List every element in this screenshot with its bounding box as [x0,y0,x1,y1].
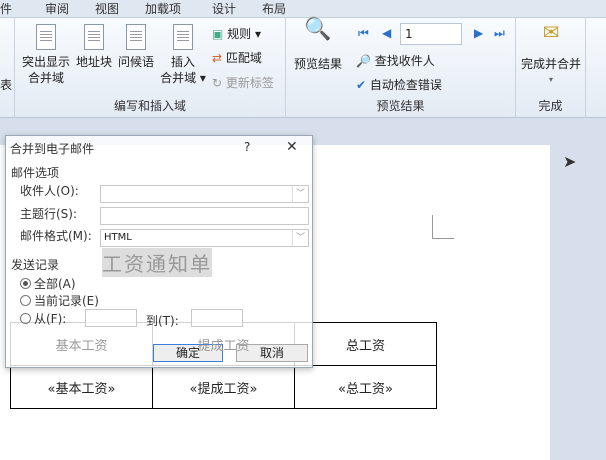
label: 突出显示 [21,55,70,69]
label: 自动检查错误 [369,78,442,92]
tab-file[interactable]: 件 [0,0,12,17]
label: 完成并合并 [520,57,581,71]
last-record-icon[interactable]: ⏭ [494,26,505,41]
find-icon: 🔎 [356,54,371,68]
radio-icon [20,278,31,289]
tab-layout[interactable]: 布局 [262,0,286,17]
merge-field[interactable]: «基本工资» [10,365,153,409]
match-icon: ⇄ [212,51,223,65]
rules-icon: ▣ [212,27,224,41]
from-input[interactable] [85,309,137,327]
section-send-records: 发送记录 [11,258,60,272]
label: 当前记录(E) [34,294,99,308]
radio-icon [20,295,31,306]
chevron-down-icon: ▾ [548,75,553,84]
label: 更新标签 [225,76,274,90]
label: 合并域 ▾ [160,71,206,85]
check-icon: ✔ [356,78,367,92]
ribbon: 表 突出显示 合并域 地址块 问候语 插入 合并域 ▾ ▣ 规则 ▾ ⇄ 匹配域… [0,18,606,118]
radio-from[interactable]: 从(F): [20,310,66,327]
group-partial: 表 [0,18,15,118]
document-icon [84,24,104,50]
format-value: HTML [104,232,132,243]
dialog-title: 合并到电子邮件 [10,142,95,156]
partial-label[interactable]: 表 [0,76,12,93]
update-labels-button[interactable]: ↻ 更新标签 [212,74,274,91]
to-label: 收件人(O): [20,184,79,198]
label: 从(F): [34,312,67,326]
group-preview: 🔍 预览结果 ⏮ ◀ 1 ▶ ⏭ 🔎 查找收件人 ✔ 自动检查错误 预览结果 [286,18,516,118]
label: 查找收件人 [374,54,435,68]
prev-record-icon[interactable]: ◀ [382,26,391,40]
document-icon [126,24,146,50]
merge-field[interactable]: «提成工资» [152,365,295,409]
radio-icon [20,313,31,324]
subject-label: 主题行(S): [20,207,78,221]
label: 规则 ▾ [227,27,262,41]
document-icon [36,24,56,50]
label: 匹配域 [225,51,262,65]
close-icon[interactable]: ✕ [286,139,298,155]
greeting-line-button[interactable]: 问候语 [115,24,157,70]
label: 地址块 [75,55,112,69]
grid-doc-icon [173,24,193,50]
table-cell[interactable]: 总工资 [294,322,437,366]
label: 插入 [170,55,195,69]
tab-view[interactable]: 视图 [95,0,119,17]
to-select[interactable]: ﹀ [100,185,309,203]
find-recipient-button[interactable]: 🔎 查找收件人 [356,52,435,69]
group-label: 完成 [538,99,563,113]
to-record-label: 到(T): [146,314,179,328]
merge-to-email-dialog: 合并到电子邮件 ? ✕ 邮件选项 收件人(O): ﹀ 主题行(S): 邮件格式(… [5,135,313,368]
match-fields-button[interactable]: ⇄ 匹配域 [212,49,262,66]
label: 预览结果 [293,57,342,71]
chevron-down-icon: ﹀ [292,230,308,246]
highlight-fields-button[interactable]: 突出显示 合并域 [20,24,72,86]
tab-addins[interactable]: 加载项 [145,0,181,17]
magnifier-icon: 🔍 [304,17,332,42]
label: 全部(A) [34,277,76,291]
preview-results-button[interactable]: 🔍 预览结果 [290,17,346,72]
finish-merge-button[interactable]: ✉ 完成并合并 ▾ [518,20,584,88]
radio-current[interactable]: 当前记录(E) [20,292,99,309]
label: 问候语 [117,55,154,69]
envelope-icon: ✉ [542,20,560,44]
format-select[interactable]: HTML ﹀ [100,229,309,247]
ribbon-tabs: 件 审阅 视图 加载项 设计 布局 [0,0,606,18]
ok-button[interactable]: 确定 [153,344,223,362]
tab-review[interactable]: 审阅 [45,0,69,17]
to-record-input[interactable] [191,309,243,327]
chevron-down-icon: ﹀ [292,186,308,202]
first-record-icon[interactable]: ⏮ [358,26,369,41]
refresh-icon: ↻ [212,76,223,90]
group-write-insert: 突出显示 合并域 地址块 问候语 插入 合并域 ▾ ▣ 规则 ▾ ⇄ 匹配域 ↻… [15,18,286,118]
subject-input[interactable] [100,207,309,225]
tab-design[interactable]: 设计 [212,0,236,17]
label: 合并域 [27,71,64,85]
address-block-button[interactable]: 地址块 [75,24,113,70]
group-label: 编写和插入域 [113,99,186,113]
radio-all[interactable]: 全部(A) [20,275,76,292]
insert-merge-field-button[interactable]: 插入 合并域 ▾ [158,24,208,86]
group-finish: ✉ 完成并合并 ▾ 完成 [516,18,586,118]
merge-field[interactable]: «总工资» [294,365,437,409]
check-errors-button[interactable]: ✔ 自动检查错误 [356,76,442,93]
next-record-icon[interactable]: ▶ [474,26,483,40]
format-label: 邮件格式(M): [20,229,92,243]
help-icon[interactable]: ? [244,140,250,154]
record-number-input[interactable]: 1 [400,23,462,45]
table-row: «基本工资» «提成工资» «总工资» [10,365,437,409]
group-label: 预览结果 [376,99,425,113]
cancel-button[interactable]: 取消 [236,344,308,362]
margin-mark [432,215,454,239]
rules-button[interactable]: ▣ 规则 ▾ [212,25,261,42]
section-message-options: 邮件选项 [11,166,60,180]
mouse-cursor-icon: ➤ [563,152,577,171]
